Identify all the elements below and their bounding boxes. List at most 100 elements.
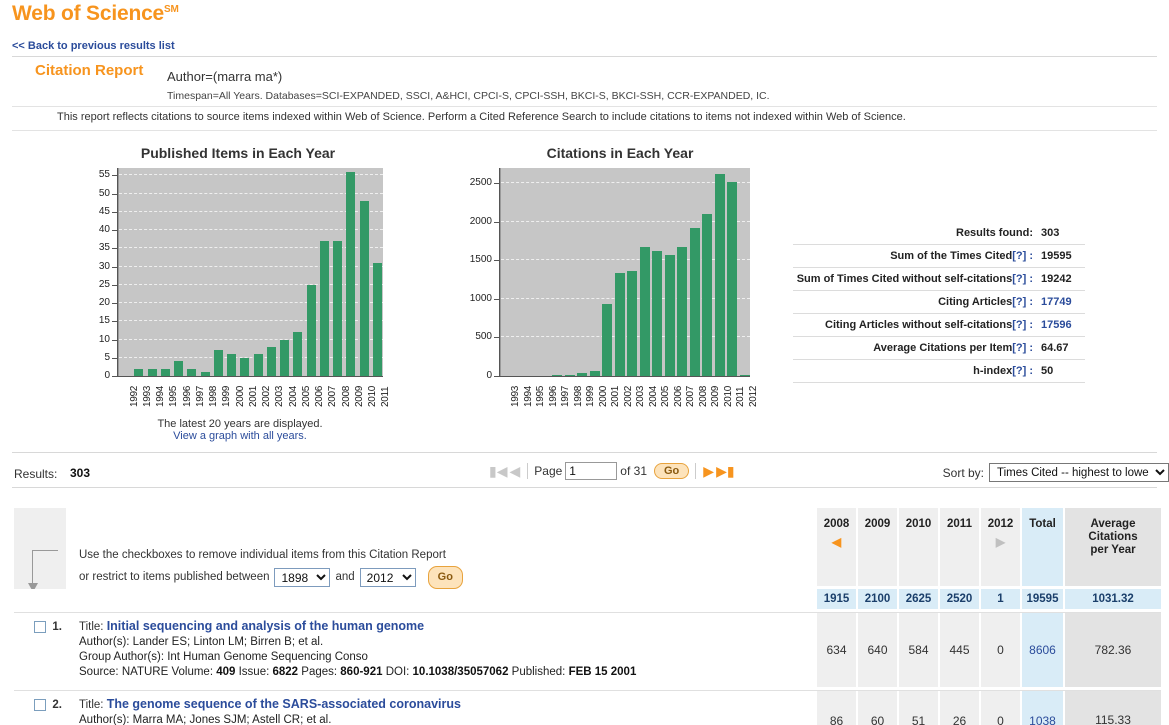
table-instructions: Use the checkboxes to remove individual … xyxy=(67,508,815,589)
row-checkbox[interactable] xyxy=(34,621,47,633)
help-icon[interactable]: [?] : xyxy=(1012,342,1033,354)
statistic-value[interactable]: 17596 xyxy=(1033,319,1085,331)
brand-superscript: SM xyxy=(164,4,179,15)
x-axis-tick-label: 2007 xyxy=(327,385,339,407)
record-field-label: Source: xyxy=(79,666,122,678)
header-average-column: Average Citations per Year xyxy=(1065,508,1161,586)
prev-page-icon[interactable]: ◀ xyxy=(508,464,521,478)
x-axis-tick-label: 1992 xyxy=(128,385,140,407)
statistics-panel: Results found: 303 Sum of the Times Cited … xyxy=(793,222,1085,383)
x-axis-tick-label: 1996 xyxy=(181,385,193,407)
gridline xyxy=(119,265,383,267)
help-icon[interactable]: [?] : xyxy=(1012,365,1033,377)
summary-check-cell xyxy=(14,589,67,609)
row-total-value[interactable]: 8606 xyxy=(1022,613,1063,687)
y-axis-tick-label: 10 xyxy=(98,333,110,345)
x-axis-tick-label: 2007 xyxy=(685,385,697,407)
table-row: 1. Title: Initial sequencing and analysis… xyxy=(14,612,1161,687)
record-authors: Author(s): Lander ES; Linton LM; Birren … xyxy=(79,636,324,648)
summary-average-value: 1031.32 xyxy=(1065,589,1161,609)
y-axis-tick-mark xyxy=(494,260,499,262)
y-axis-tick-mark xyxy=(112,303,117,305)
scroll-years-left-icon[interactable]: ◀ xyxy=(832,536,841,548)
restrict-from-select[interactable]: 1898 xyxy=(274,568,331,587)
record-title-link[interactable]: The genome sequence of the SARS-associat… xyxy=(107,697,461,711)
results-count: 303 xyxy=(70,466,91,480)
y-axis-tick-label: 500 xyxy=(475,331,492,343)
chart-footer-note: The latest 20 years are displayed. xyxy=(157,418,323,430)
x-axis-tick-label: 2004 xyxy=(647,385,659,407)
bar xyxy=(333,240,343,376)
help-icon[interactable]: [?] : xyxy=(1012,250,1033,262)
header-year-label: 2010 xyxy=(905,518,932,530)
x-axis-tick-label: 2002 xyxy=(261,385,273,407)
row-year-value: 634 xyxy=(817,613,856,687)
x-axis-tick-label: 1993 xyxy=(141,385,153,407)
gridline xyxy=(119,210,383,212)
summary-year-value: 2520 xyxy=(940,589,979,609)
instructions-line-2-text: or restrict to items published between xyxy=(79,571,270,583)
header-total-column: Total xyxy=(1022,508,1063,586)
page-label: Page xyxy=(534,464,563,478)
header-year-label: 2011 xyxy=(947,518,972,530)
help-icon[interactable]: [?] : xyxy=(1012,319,1033,331)
header-average-line-3: per Year xyxy=(1090,544,1136,556)
x-axis-tick-label: 2010 xyxy=(367,385,379,407)
sort-select[interactable]: Times Cited -- highest to lowest xyxy=(989,463,1169,482)
back-to-results-link[interactable]: << Back to previous results list xyxy=(12,40,175,52)
help-icon[interactable]: [?] : xyxy=(1012,296,1033,308)
x-axis-tick-label: 2011 xyxy=(735,386,747,407)
x-axis-tick-label: 1998 xyxy=(208,385,220,407)
sort-controls: Sort by: Times Cited -- highest to lowes… xyxy=(943,463,1169,482)
x-axis-tick-label: 2003 xyxy=(635,385,647,407)
record-title-link[interactable]: Initial sequencing and analysis of the h… xyxy=(107,619,424,633)
first-page-icon[interactable]: ▮◀ xyxy=(488,464,508,478)
divider-top xyxy=(12,56,1157,57)
scroll-years-right-icon[interactable]: ▶ xyxy=(996,536,1005,548)
record-field-value: 10.1038/35057062 xyxy=(412,666,509,678)
x-axis-tick-label: 2000 xyxy=(234,385,246,407)
row-total-value[interactable]: 1038 xyxy=(1022,691,1063,725)
record-field-value: 860-921 xyxy=(340,666,383,678)
y-axis-tick-label: 5 xyxy=(104,351,110,363)
record-details: Title: Initial sequencing and analysis o… xyxy=(67,613,815,687)
help-icon[interactable]: [?] : xyxy=(1012,273,1033,285)
row-average-value: 115.33 xyxy=(1065,691,1161,725)
header-total-label: Total xyxy=(1029,518,1056,530)
row-index: 1. xyxy=(52,621,62,633)
citation-report-page: Web of ScienceSM << Back to previous res… xyxy=(0,0,1169,725)
y-axis-tick-label: 25 xyxy=(98,278,110,290)
row-checkbox[interactable] xyxy=(34,699,47,711)
bar xyxy=(714,173,725,376)
bar xyxy=(727,181,738,376)
last-page-icon[interactable]: ▶▮ xyxy=(715,464,735,478)
bar xyxy=(280,339,290,376)
view-all-years-link[interactable]: View a graph with all years. xyxy=(173,430,307,442)
y-axis-tick-mark xyxy=(112,266,117,268)
statistic-value[interactable]: 17749 xyxy=(1033,296,1085,308)
statistic-value: 64.67 xyxy=(1041,342,1069,354)
x-axis-tick-label: 2005 xyxy=(660,385,672,407)
summary-total-value: 19595 xyxy=(1022,589,1063,609)
statistic-row: Citing Articles [?] :17749 xyxy=(793,291,1085,314)
record-source-line: Source: NATURE Volume: 409 Issue: 6822 P… xyxy=(79,665,815,680)
bar xyxy=(614,273,625,376)
statistic-row: Sum of Times Cited without self-citation… xyxy=(793,268,1085,291)
next-page-icon[interactable]: ▶ xyxy=(702,464,715,478)
statistic-label: Sum of Times Cited without self-citation… xyxy=(796,273,1013,285)
restrict-to-select[interactable]: 2012 xyxy=(359,568,416,587)
x-axis-tick-label: 2003 xyxy=(274,385,286,407)
x-axis-tick-label: 1999 xyxy=(221,385,233,407)
header-year-label: 2012 xyxy=(987,518,1014,530)
page-go-button[interactable]: Go xyxy=(654,463,690,479)
summary-year-value: 2100 xyxy=(858,589,897,609)
y-axis-tick-label: 40 xyxy=(98,224,110,236)
bar xyxy=(372,262,382,376)
record-authors: Author(s): Marra MA; Jones SJM; Astell C… xyxy=(79,714,332,725)
restrict-go-button[interactable]: Go xyxy=(427,566,463,589)
y-axis-tick-label: 55 xyxy=(98,169,110,181)
pager-divider xyxy=(527,463,529,479)
statistic-label: Results found: xyxy=(956,227,1033,239)
y-axis-tick-mark xyxy=(112,339,117,341)
page-input[interactable] xyxy=(565,462,618,480)
